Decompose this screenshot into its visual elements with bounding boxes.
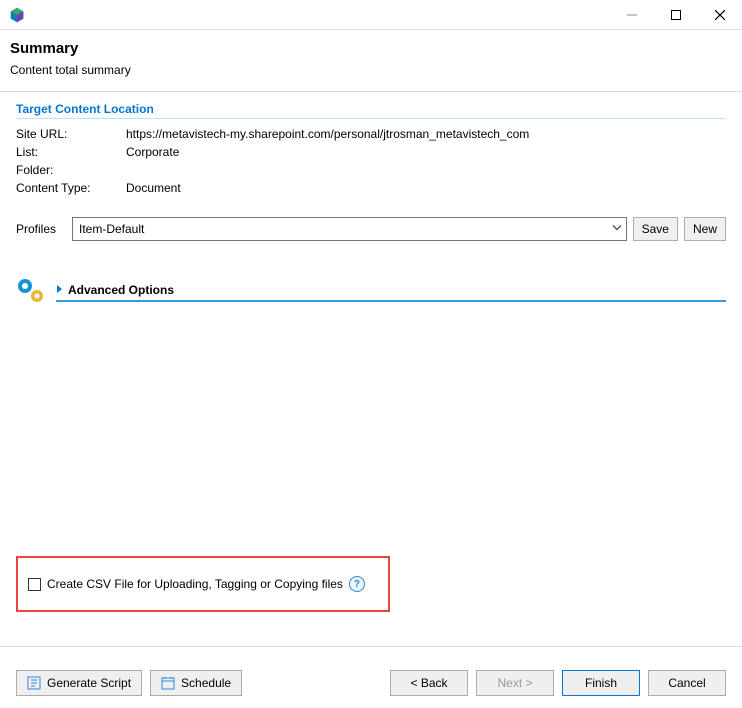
gears-icon (16, 277, 46, 307)
generate-script-label: Generate Script (47, 676, 131, 690)
caret-right-icon (56, 283, 64, 297)
titlebar (0, 0, 742, 30)
wizard-footer: Generate Script Schedule < Back Next > F… (0, 670, 742, 696)
label-list: List: (16, 145, 126, 159)
minimize-button[interactable] (610, 0, 654, 30)
create-csv-checkbox[interactable] (28, 578, 41, 591)
page-subtitle: Content total summary (10, 63, 732, 77)
label-site-url: Site URL: (16, 127, 126, 141)
script-icon (27, 676, 41, 690)
schedule-button[interactable]: Schedule (150, 670, 242, 696)
cancel-label: Cancel (668, 676, 705, 690)
label-content-type: Content Type: (16, 181, 126, 195)
value-content-type: Document (126, 181, 726, 195)
page-header: Summary Content total summary (0, 30, 742, 83)
value-folder (126, 163, 726, 177)
profiles-label: Profiles (16, 222, 66, 236)
section-title: Target Content Location (16, 102, 726, 119)
help-icon[interactable]: ? (349, 576, 365, 592)
next-button: Next > (476, 670, 554, 696)
save-profile-button[interactable]: Save (633, 217, 678, 241)
row-content-type: Content Type: Document (16, 181, 726, 195)
row-folder: Folder: (16, 163, 726, 177)
advanced-options-toggle[interactable]: Advanced Options (56, 283, 726, 302)
back-label: < Back (410, 676, 447, 690)
advanced-options-label: Advanced Options (68, 283, 174, 297)
label-folder: Folder: (16, 163, 126, 177)
value-site-url: https://metavistech-my.sharepoint.com/pe… (126, 127, 726, 141)
cancel-button[interactable]: Cancel (648, 670, 726, 696)
new-profile-button[interactable]: New (684, 217, 726, 241)
footer-divider (0, 646, 742, 647)
page-title: Summary (10, 40, 732, 57)
app-logo-icon (8, 6, 26, 24)
calendar-icon (161, 676, 175, 690)
next-label: Next > (497, 676, 532, 690)
profiles-select[interactable]: Item-Default (72, 217, 627, 241)
close-button[interactable] (698, 0, 742, 30)
save-label: Save (642, 222, 669, 236)
value-list: Corporate (126, 145, 726, 159)
create-csv-label: Create CSV File for Uploading, Tagging o… (47, 577, 343, 591)
row-site-url: Site URL: https://metavistech-my.sharepo… (16, 127, 726, 141)
profiles-row: Profiles Item-Default Save New (0, 217, 742, 241)
new-label: New (693, 222, 717, 236)
profiles-selected: Item-Default (79, 222, 144, 236)
finish-label: Finish (585, 676, 617, 690)
back-button[interactable]: < Back (390, 670, 468, 696)
csv-option-highlight: Create CSV File for Uploading, Tagging o… (16, 556, 390, 612)
schedule-label: Schedule (181, 676, 231, 690)
finish-button[interactable]: Finish (562, 670, 640, 696)
maximize-button[interactable] (654, 0, 698, 30)
generate-script-button[interactable]: Generate Script (16, 670, 142, 696)
advanced-options-row: Advanced Options (0, 277, 742, 307)
chevron-down-icon (611, 222, 623, 237)
row-list: List: Corporate (16, 145, 726, 159)
target-content-section: Target Content Location Site URL: https:… (0, 92, 742, 195)
